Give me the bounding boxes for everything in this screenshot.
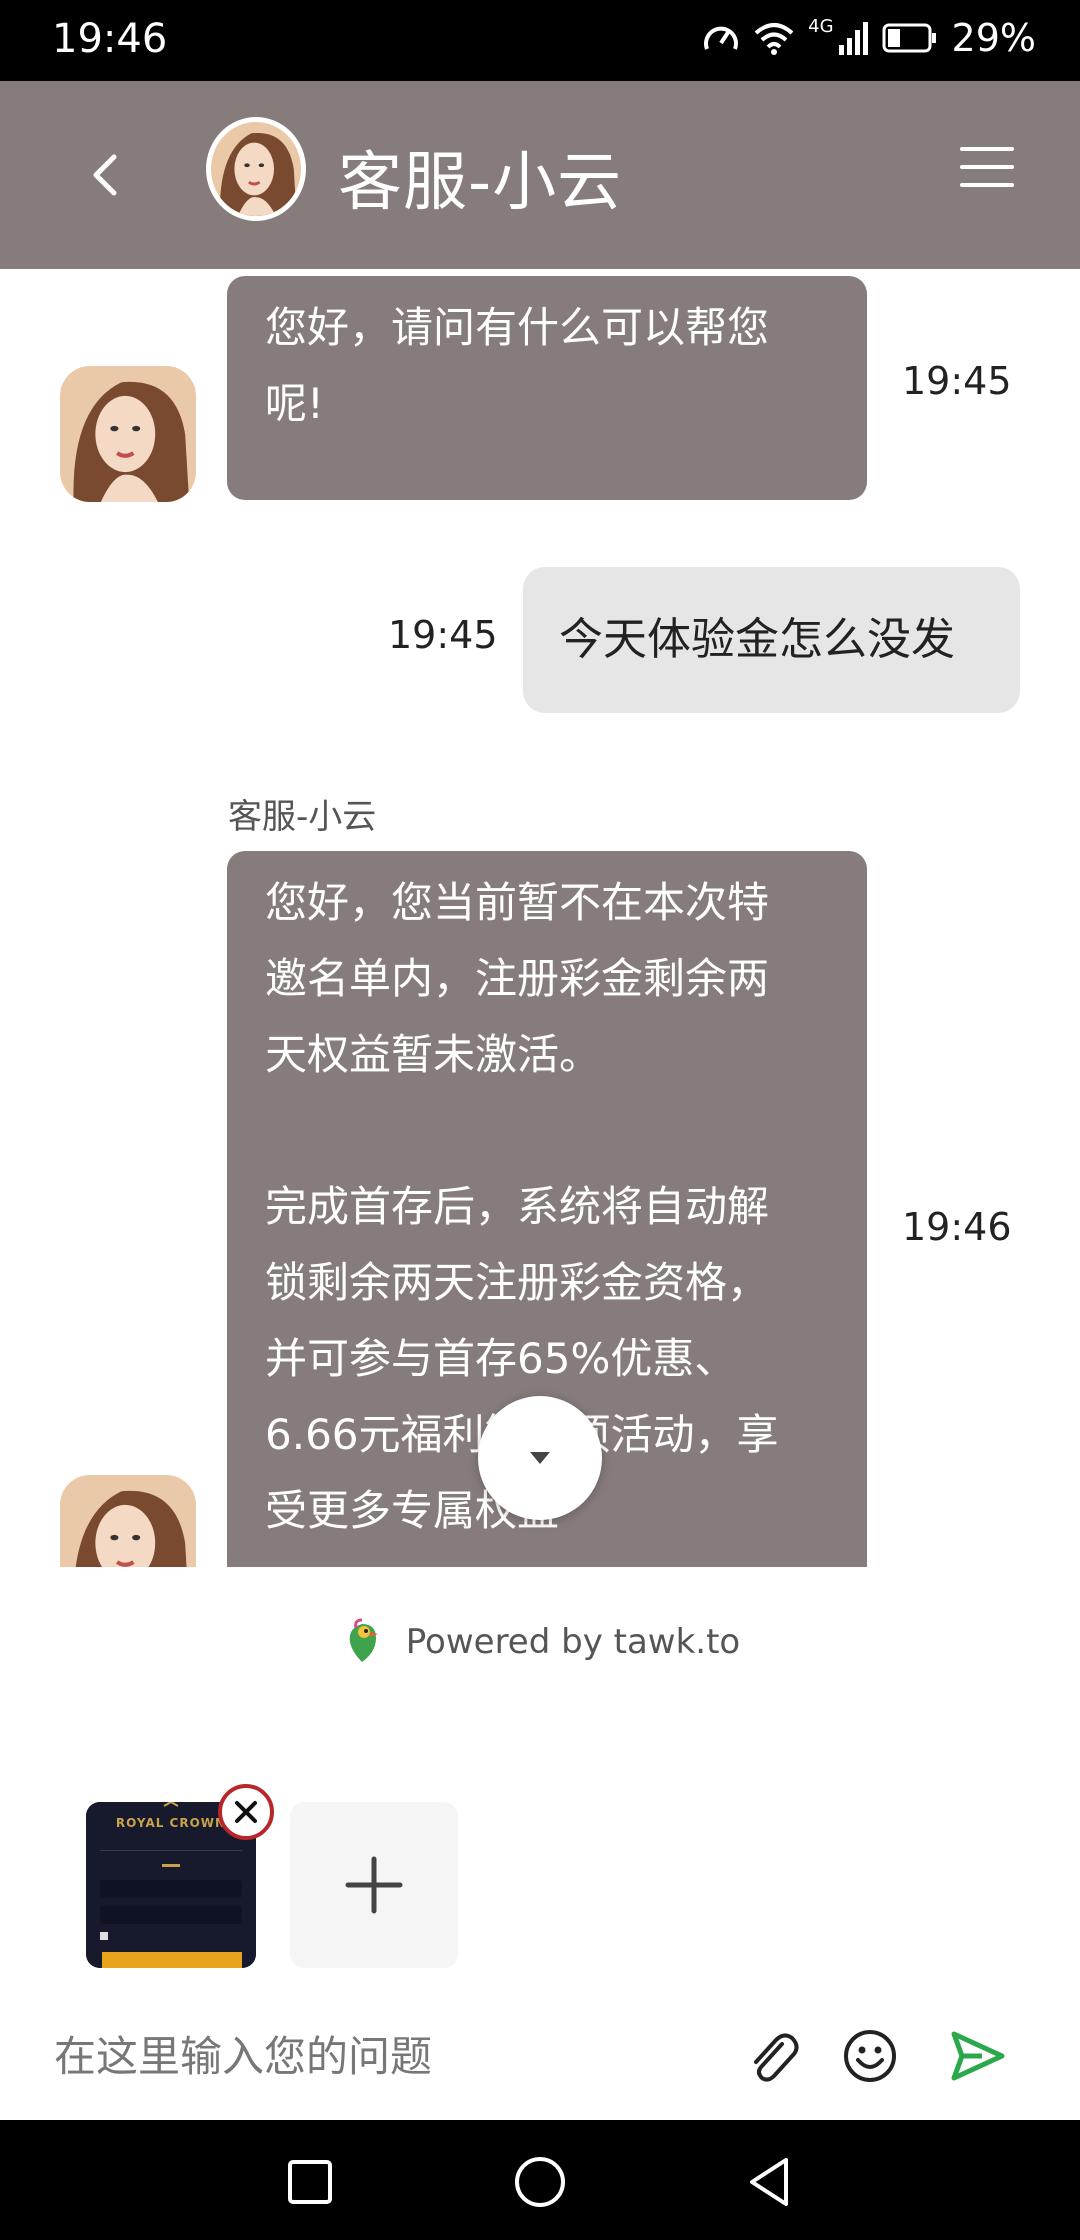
- message-line: 锁剩余两天注册彩金资格，: [265, 1258, 770, 1307]
- agent-avatar-small: [60, 366, 196, 502]
- message-line: 呢!: [265, 379, 324, 428]
- message-line: 您好，请问有什么可以帮您: [265, 303, 770, 352]
- powered-by[interactable]: Powered by tawk.to: [0, 1618, 1080, 1666]
- scroll-down-button[interactable]: [478, 1396, 602, 1520]
- back-button[interactable]: [78, 139, 138, 209]
- agent-message: 您好，请问有什么可以帮您 呢!: [227, 276, 867, 500]
- network-type: 4G: [808, 15, 834, 37]
- send-icon: [951, 2031, 1005, 2081]
- status-time: 19:46: [52, 16, 168, 62]
- speed-icon: [704, 26, 739, 50]
- caret-down-icon: [530, 1452, 550, 1464]
- system-nav-bar: [0, 2120, 1080, 2240]
- message-input[interactable]: [54, 2016, 694, 2096]
- sender-name: 客服-小云: [228, 797, 377, 837]
- message-line: 您好，您当前暂不在本次特: [265, 878, 770, 927]
- triangle-back-icon: [750, 2158, 788, 2206]
- message-line: [265, 1093, 829, 1169]
- menu-button[interactable]: [960, 145, 1014, 189]
- close-icon: [235, 1801, 257, 1823]
- chevron-left-icon: [93, 154, 117, 196]
- message-line: 邀名单内，注册彩金剩余两: [265, 954, 770, 1003]
- smiley-icon: [844, 2030, 896, 2082]
- emoji-button[interactable]: [840, 2026, 900, 2086]
- battery-level: 29%: [951, 16, 1036, 60]
- agent-avatar[interactable]: [206, 117, 306, 221]
- status-icons: 4G 29%: [702, 16, 1036, 60]
- remove-attachment-button[interactable]: [218, 1784, 274, 1840]
- add-attachment-button[interactable]: [290, 1802, 458, 1968]
- send-button[interactable]: [948, 2026, 1008, 2086]
- back-nav-button[interactable]: [742, 2154, 798, 2210]
- message-time: 19:45: [902, 359, 1012, 403]
- powered-by-text: Powered by tawk.to: [405, 1622, 741, 1662]
- chat-messages[interactable]: 您好，请问有什么可以帮您 呢! 19:45 19:45 今天体验金怎么没发 客服…: [0, 269, 1080, 1567]
- wifi-icon: [754, 23, 794, 55]
- avatar-photo: [60, 1475, 196, 1567]
- square-icon: [288, 2160, 332, 2204]
- tawk-parrot-icon: [349, 1618, 378, 1662]
- message-text: 今天体验金怎么没发: [559, 614, 955, 665]
- message-time: 19:46: [902, 1205, 1012, 1249]
- paperclip-icon: [754, 2033, 799, 2082]
- home-button[interactable]: [512, 2154, 568, 2210]
- status-bar: 19:46 4G 29%: [0, 0, 1080, 81]
- user-message: 今天体验金怎么没发: [523, 567, 1020, 713]
- message-line: 并可参与首存65%优惠、: [265, 1334, 737, 1383]
- chat-header: 客服-小云: [0, 81, 1080, 269]
- chat-title: 客服-小云: [338, 146, 623, 220]
- recents-button[interactable]: [282, 2154, 338, 2210]
- circle-icon: [515, 2157, 565, 2207]
- battery-icon: [882, 23, 936, 53]
- agent-avatar-small: [60, 1475, 196, 1567]
- plus-icon: [345, 1856, 403, 1914]
- message-line: 天权益暂未激活。: [265, 1030, 602, 1079]
- message-line: 完成首存后，系统将自动解: [265, 1182, 770, 1231]
- avatar-photo: [60, 366, 196, 502]
- message-composer: [0, 1990, 1080, 2120]
- signal-icon: [838, 22, 868, 55]
- hamburger-icon: [960, 147, 1014, 187]
- message-time: 19:45: [388, 613, 498, 657]
- avatar-photo: [211, 122, 301, 216]
- attach-button[interactable]: [742, 2026, 802, 2086]
